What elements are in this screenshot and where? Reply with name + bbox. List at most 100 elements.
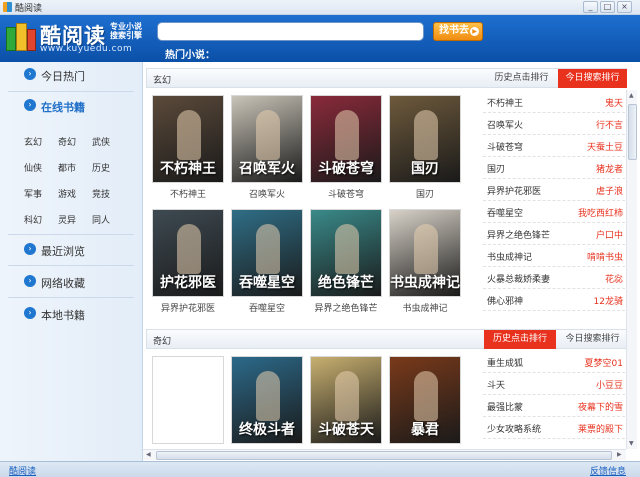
ranking-item[interactable]: 异界护花邪医 虐子浪 xyxy=(483,179,625,201)
book-cover[interactable]: 护花邪医 xyxy=(152,209,224,297)
ranking-item[interactable]: 斗破苍穹 天蚕土豆 xyxy=(483,135,625,157)
title-bar: 酷阅读 _ □ × xyxy=(0,0,640,15)
genre-link[interactable]: 同人 xyxy=(92,213,110,226)
ranking-item[interactable]: 少女攻略系统 莱票的殿下 xyxy=(483,417,625,439)
horizontal-scrollbar[interactable]: ◀ ▶ xyxy=(143,449,626,460)
scroll-left-icon[interactable]: ◀ xyxy=(146,451,151,458)
tab-today-ranking[interactable]: 今日搜索排行 xyxy=(558,330,627,349)
home-link[interactable]: 酷阅读 xyxy=(9,464,36,477)
book-cover[interactable]: 书虫成神记 xyxy=(389,209,461,297)
book-cover[interactable]: 不朽神王 xyxy=(152,95,224,183)
book-card[interactable]: 暴君 xyxy=(389,356,461,444)
book-card[interactable]: 不朽神王 不朽神王 xyxy=(152,95,224,200)
genre-link[interactable]: 科幻 xyxy=(24,213,42,226)
search-button[interactable]: 找书去 ▶ xyxy=(433,22,483,41)
section-title: 奇幻 xyxy=(153,337,172,347)
book-cover[interactable]: 终极斗者 xyxy=(231,356,303,444)
search-input[interactable] xyxy=(157,22,424,41)
book-cover[interactable]: 斗破苍天 xyxy=(310,356,382,444)
scroll-thumb[interactable] xyxy=(628,104,637,160)
book-title[interactable]: 异界护花邪医 xyxy=(152,301,224,314)
sidebar-item-local[interactable]: › 本地书籍 xyxy=(0,301,142,327)
book-title[interactable]: 吞噬星空 xyxy=(231,301,303,314)
book-card[interactable]: 书虫成神记 书虫成神记 xyxy=(389,209,461,314)
section-header-xuanhuan: 玄幻 历史点击排行 今日搜索排行 xyxy=(146,68,627,88)
book-cover[interactable]: 吞噬星空 xyxy=(231,209,303,297)
book-card[interactable]: 斗破苍穹 斗破苍穹 xyxy=(310,95,382,200)
ranking-item[interactable]: 书虫成神记 啃啃书虫 xyxy=(483,245,625,267)
genre-link[interactable]: 仙侠 xyxy=(24,161,42,174)
scroll-thumb[interactable] xyxy=(156,451,612,460)
ranking-item[interactable]: 国刃 猪龙者 xyxy=(483,157,625,179)
book-title[interactable]: 斗破苍穹 xyxy=(310,187,382,200)
book-card[interactable]: 绝色锋芒 异界之绝色锋芒 xyxy=(310,209,382,314)
tab-today-ranking[interactable]: 今日搜索排行 xyxy=(558,69,627,88)
genre-link[interactable]: 灵异 xyxy=(58,213,76,226)
ranking-item[interactable]: 召唤军火 行不言 xyxy=(483,113,625,135)
tab-history-ranking[interactable]: 历史点击排行 xyxy=(484,330,556,349)
book-card[interactable]: 斗破苍天 xyxy=(310,356,382,444)
scroll-right-icon[interactable]: ▶ xyxy=(617,451,622,458)
sidebar-item-favorites[interactable]: › 网络收藏 xyxy=(0,269,142,295)
section-header-qihuan: 奇幻 历史点击排行 今日搜索排行 xyxy=(146,329,627,349)
arrow-right-icon: › xyxy=(24,99,36,111)
ranking-item[interactable]: 异界之绝色锋芒 户口中 xyxy=(483,223,625,245)
logo-tagline: 专业小说 搜索引擎 xyxy=(110,22,142,40)
book-title[interactable]: 不朽神王 xyxy=(152,187,224,200)
logo-url: www.kuyuedu.com xyxy=(40,44,133,54)
book-title[interactable]: 书虫成神记 xyxy=(389,301,461,314)
sidebar-item-recent[interactable]: › 最近浏览 xyxy=(0,237,142,263)
book-card[interactable]: 国刃 国刃 xyxy=(389,95,461,200)
book-cover[interactable] xyxy=(152,356,224,444)
ranking-item[interactable]: 斗天 小豆豆 xyxy=(483,373,625,395)
app-window: 酷阅读 _ □ × 酷阅读 专业小说 搜索引擎 www.kuyuedu.com … xyxy=(0,0,640,477)
sidebar-item-today-hot[interactable]: › 今日热门 xyxy=(0,62,142,88)
ranking-item[interactable]: 佛心邪神 12龙骑 xyxy=(483,289,625,311)
ranking-item[interactable]: 火暴总裁娇柔妻 花惢 xyxy=(483,267,625,289)
sidebar-item-online-books[interactable]: › 在线书籍 xyxy=(0,93,142,119)
genre-link[interactable]: 竞技 xyxy=(92,187,110,200)
book-title[interactable]: 国刃 xyxy=(389,187,461,200)
app-icon xyxy=(3,2,12,12)
book-title[interactable]: 召唤军火 xyxy=(231,187,303,200)
book-card[interactable]: 吞噬星空 吞噬星空 xyxy=(231,209,303,314)
genre-link[interactable]: 历史 xyxy=(92,161,110,174)
ranking-item[interactable]: 不朽神王 鬼天 xyxy=(483,91,625,113)
book-cover[interactable]: 绝色锋芒 xyxy=(310,209,382,297)
book-card[interactable]: 护花邪医 异界护花邪医 xyxy=(152,209,224,314)
logo-books-icon xyxy=(6,21,38,53)
book-card[interactable]: 召唤军火 召唤军火 xyxy=(231,95,303,200)
book-title[interactable]: 异界之绝色锋芒 xyxy=(310,301,382,314)
window-title: 酷阅读 xyxy=(15,4,43,14)
minimize-button[interactable]: _ xyxy=(583,1,598,13)
book-cover[interactable]: 国刃 xyxy=(389,95,461,183)
scroll-up-icon[interactable]: ▲ xyxy=(629,92,634,99)
book-cover[interactable]: 斗破苍穹 xyxy=(310,95,382,183)
ranking-item[interactable]: 吞噬星空 我吃西红柿 xyxy=(483,201,625,223)
arrow-right-icon: › xyxy=(24,307,36,319)
genre-link[interactable]: 武侠 xyxy=(92,135,110,148)
ranking-item[interactable]: 重生成狐 夏梦空01 xyxy=(483,351,625,373)
arrow-right-icon: › xyxy=(24,275,36,287)
close-button[interactable]: × xyxy=(617,1,632,13)
maximize-button[interactable]: □ xyxy=(600,1,615,13)
status-bar: 酷阅读 反馈信息 xyxy=(0,461,640,477)
book-cover[interactable]: 暴君 xyxy=(389,356,461,444)
vertical-scrollbar[interactable]: ▲ ▼ xyxy=(626,90,637,449)
book-cover[interactable]: 召唤军火 xyxy=(231,95,303,183)
genre-link[interactable]: 玄幻 xyxy=(24,135,42,148)
book-card[interactable] xyxy=(152,356,224,444)
header: 酷阅读 专业小说 搜索引擎 www.kuyuedu.com 找书去 ▶ 热门小说… xyxy=(0,15,640,62)
arrow-right-icon: ▶ xyxy=(470,27,479,36)
tab-history-ranking[interactable]: 历史点击排行 xyxy=(488,69,555,88)
arrow-right-icon: › xyxy=(24,68,36,80)
genre-link[interactable]: 游戏 xyxy=(58,187,76,200)
arrow-right-icon: › xyxy=(24,243,36,255)
feedback-link[interactable]: 反馈信息 xyxy=(590,464,626,477)
book-card[interactable]: 终极斗者 xyxy=(231,356,303,444)
genre-link[interactable]: 奇幻 xyxy=(58,135,76,148)
ranking-item[interactable]: 最强比蒙 夜幕下的雪 xyxy=(483,395,625,417)
genre-link[interactable]: 军事 xyxy=(24,187,42,200)
scroll-down-icon[interactable]: ▼ xyxy=(629,440,634,447)
genre-link[interactable]: 都市 xyxy=(58,161,76,174)
